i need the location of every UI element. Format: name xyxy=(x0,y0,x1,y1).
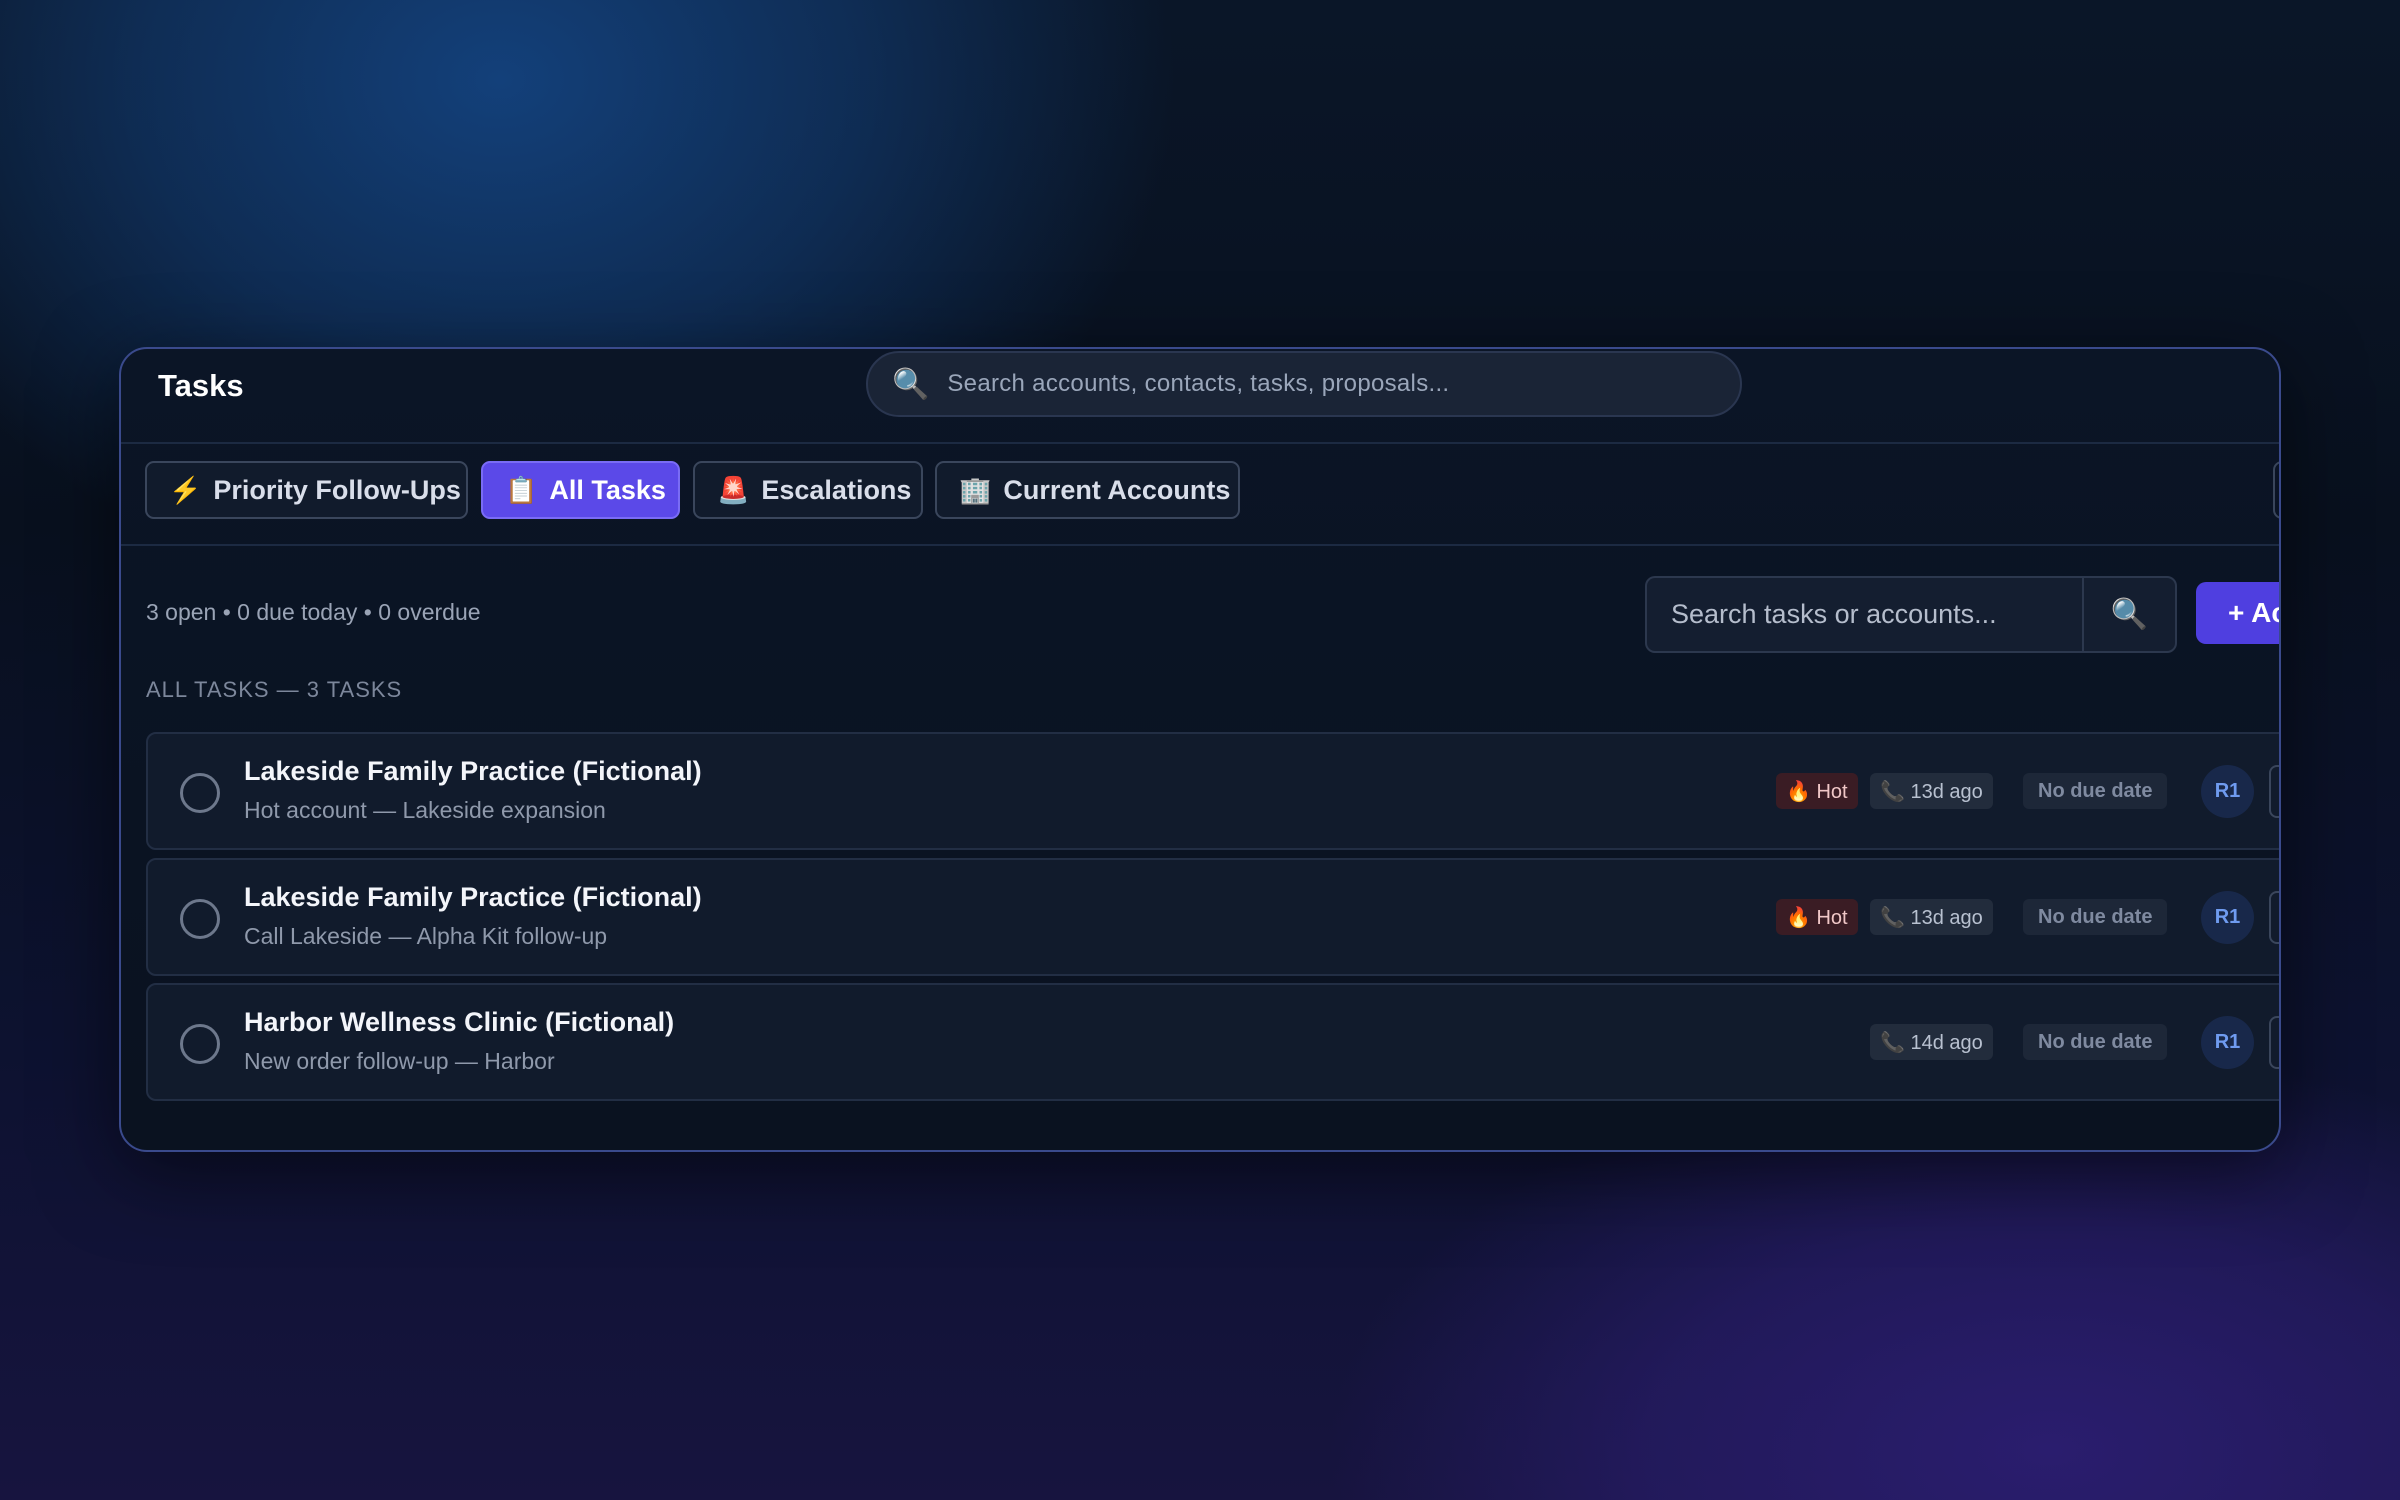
task-row[interactable]: Harbor Wellness Clinic (Fictional) New o… xyxy=(146,983,2279,1101)
owner-avatar[interactable]: R1 xyxy=(2201,891,2254,944)
last-call-badge: 📞 13d ago xyxy=(1870,899,1993,935)
task-row[interactable]: Lakeside Family Practice (Fictional) Hot… xyxy=(146,732,2279,850)
task-description: New order follow-up — Harbor xyxy=(244,1048,555,1074)
task-summary: 3 open • 0 due today • 0 overdue xyxy=(146,599,481,625)
task-description: Hot account — Lakeside expansion xyxy=(244,797,606,823)
tab-label: All Tasks xyxy=(549,474,666,505)
office-building-icon: 🏢 xyxy=(959,474,992,505)
last-call-badge: 📞 13d ago xyxy=(1870,773,1993,809)
tab-label: Escalations xyxy=(761,474,912,505)
tab-escalations[interactable]: 🚨 Escalations xyxy=(693,461,923,519)
lightning-icon: ⚡ xyxy=(169,474,202,505)
owner-avatar[interactable]: R1 xyxy=(2201,765,2254,818)
task-account-name: Harbor Wellness Clinic (Fictional) xyxy=(244,1007,675,1037)
row-action-button[interactable]: O xyxy=(2269,765,2279,818)
last-call-badge: 📞 14d ago xyxy=(1870,1024,1993,1060)
owner-avatar[interactable]: R1 xyxy=(2201,1016,2254,1069)
task-account-name: Lakeside Family Practice (Fictional) xyxy=(244,882,702,912)
tab-all-tasks[interactable]: 📋 All Tasks xyxy=(481,461,680,519)
due-date-badge: No due date xyxy=(2023,1024,2168,1060)
task-description: Call Lakeside — Alpha Kit follow-up xyxy=(244,923,608,949)
global-search-placeholder: Search accounts, contacts, tasks, propos… xyxy=(947,370,1450,397)
hot-badge: 🔥 Hot xyxy=(1776,773,1858,809)
row-action-button[interactable]: O xyxy=(2269,1016,2279,1069)
task-search-button[interactable]: 🔍 xyxy=(2084,578,2175,651)
siren-icon: 🚨 xyxy=(717,474,750,505)
task-row[interactable]: Lakeside Family Practice (Fictional) Cal… xyxy=(146,858,2279,976)
add-task-button[interactable]: + Ac xyxy=(2196,582,2279,644)
clipboard-icon: 📋 xyxy=(505,474,538,505)
tab-label: Current Accounts xyxy=(1003,474,1231,505)
section-heading: ALL TASKS — 3 TASKS xyxy=(146,677,403,702)
hot-badge: 🔥 Hot xyxy=(1776,899,1858,935)
tab-current-accounts[interactable]: 🏢 Current Accounts xyxy=(935,461,1240,519)
tab-overflow-button[interactable] xyxy=(2273,461,2279,519)
task-account-name: Lakeside Family Practice (Fictional) xyxy=(244,756,702,786)
complete-task-checkbox[interactable] xyxy=(180,773,220,813)
search-icon: 🔍 xyxy=(2110,598,2149,631)
complete-task-checkbox[interactable] xyxy=(180,899,220,939)
task-search: Search tasks or accounts... 🔍 xyxy=(1645,576,2177,653)
view-tabs: ⚡ Priority Follow-Ups 📋 All Tasks 🚨 Esca… xyxy=(121,444,2279,546)
due-date-badge: No due date xyxy=(2023,773,2168,809)
top-bar: Tasks 🔍 Search accounts, contacts, tasks… xyxy=(121,349,2279,444)
complete-task-checkbox[interactable] xyxy=(180,1024,220,1064)
page-title: Tasks xyxy=(158,368,244,403)
tab-priority-follow-ups[interactable]: ⚡ Priority Follow-Ups xyxy=(145,461,468,519)
due-date-badge: No due date xyxy=(2023,899,2168,935)
search-icon: 🔍 xyxy=(892,367,930,401)
tab-label: Priority Follow-Ups xyxy=(213,474,461,505)
global-search-input[interactable]: 🔍 Search accounts, contacts, tasks, prop… xyxy=(866,351,1742,417)
row-action-button[interactable]: O xyxy=(2269,891,2279,944)
task-search-input[interactable]: Search tasks or accounts... xyxy=(1647,578,2084,651)
tasks-window: Tasks 🔍 Search accounts, contacts, tasks… xyxy=(119,347,2281,1152)
